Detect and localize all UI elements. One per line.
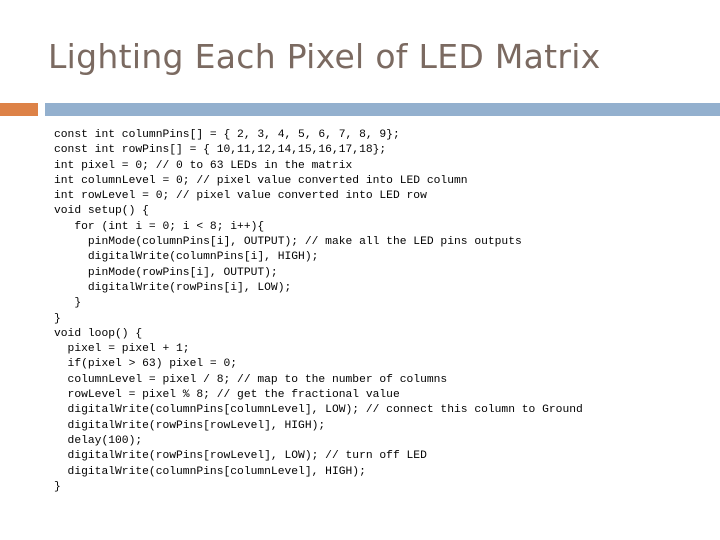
code-line: delay(100);	[54, 434, 143, 447]
divider-bar	[45, 103, 720, 116]
page-title: Lighting Each Pixel of LED Matrix	[48, 37, 601, 76]
divider-accent-block	[0, 103, 38, 116]
code-line: void loop() {	[54, 327, 143, 340]
code-line: const int columnPins[] = { 2, 3, 4, 5, 6…	[54, 129, 400, 141]
code-line: digitalWrite(rowPins[rowLevel], LOW); //…	[54, 450, 427, 463]
code-line: digitalWrite(rowPins[i], LOW);	[54, 281, 292, 294]
code-line: rowLevel = pixel % 8; // get the fractio…	[54, 389, 400, 402]
code-line: }	[54, 480, 61, 493]
code-line: digitalWrite(rowPins[rowLevel], HIGH);	[54, 419, 326, 432]
code-line: digitalWrite(columnPins[columnLevel], LO…	[54, 404, 583, 417]
slide: Lighting Each Pixel of LED Matrix const …	[0, 0, 720, 540]
code-line: int pixel = 0; // 0 to 63 LEDs in the ma…	[54, 159, 353, 172]
code-line: for (int i = 0; i < 8; i++){	[54, 220, 265, 233]
code-line: int rowLevel = 0; // pixel value convert…	[54, 190, 427, 203]
code-line: pixel = pixel + 1;	[54, 343, 190, 356]
code-line: }	[54, 297, 82, 310]
code-line: if(pixel > 63) pixel = 0;	[54, 358, 238, 371]
code-line: pinMode(columnPins[i], OUTPUT); // make …	[54, 236, 522, 249]
code-line: columnLevel = pixel / 8; // map to the n…	[54, 373, 448, 386]
code-line: digitalWrite(columnPins[i], HIGH);	[54, 251, 319, 264]
title-divider	[0, 103, 720, 116]
code-line: const int rowPins[] = { 10,11,12,14,15,1…	[54, 144, 387, 157]
code-line: digitalWrite(columnPins[columnLevel], HI…	[54, 465, 366, 478]
code-line: void setup() {	[54, 205, 149, 218]
code-line: pinMode(rowPins[i], OUTPUT);	[54, 266, 278, 279]
code-line: int columnLevel = 0; // pixel value conv…	[54, 174, 468, 187]
code-line: }	[54, 312, 61, 325]
code-block: const int columnPins[] = { 2, 3, 4, 5, 6…	[54, 128, 714, 495]
